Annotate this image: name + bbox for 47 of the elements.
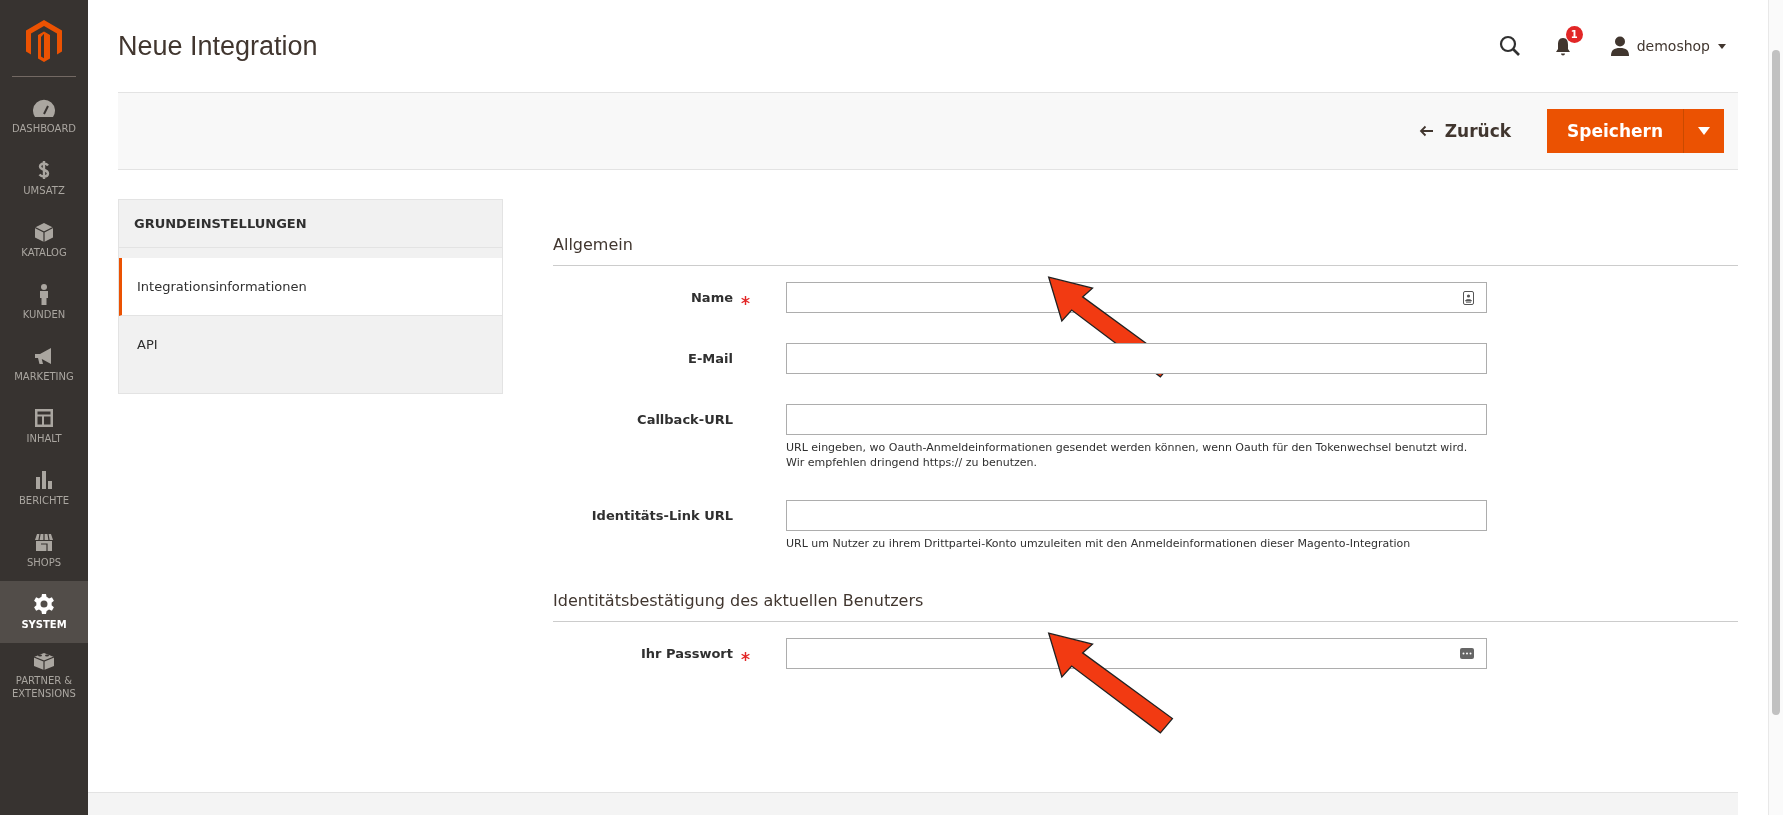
section-heading: Allgemein: [553, 235, 1738, 266]
left-arrow-icon: [1418, 125, 1433, 137]
field-label: Ihr Passwort: [640, 646, 733, 661]
back-button[interactable]: Zurück: [1412, 120, 1518, 142]
gear-icon: [32, 593, 56, 615]
nav-item[interactable]: MARKETING: [0, 333, 88, 395]
page-title: Neue Integration: [118, 30, 319, 62]
input-field[interactable]: [786, 638, 1487, 669]
nav-item[interactable]: PARTNER & EXTENSIONS: [0, 643, 88, 705]
input-field[interactable]: [786, 500, 1487, 531]
input-field[interactable]: [786, 343, 1487, 374]
caret-icon: [1698, 127, 1710, 135]
field-label: Callback-URL: [637, 412, 733, 427]
nav-item[interactable]: DASHBOARD: [0, 85, 88, 147]
field-label: Identitäts-Link URL: [591, 508, 733, 523]
nav-item[interactable]: SHOPS: [0, 519, 88, 581]
input-field[interactable]: [786, 282, 1487, 313]
help-text: URL eingeben, wo Oauth-Anmeldeinformationen gesendet werden können, wenn Oauth für den Tokenwechsel benutzt wird. Wir empfehlen dringend https:// zu benutzen.: [786, 440, 1469, 470]
nav-item[interactable]: KUNDEN: [0, 271, 88, 333]
dropdown-toggle[interactable]: [1684, 109, 1724, 153]
contact-card-icon: [1463, 290, 1474, 305]
field-label: E-Mail: [688, 351, 733, 366]
logo-icon[interactable]: [26, 20, 62, 62]
section-heading: Identitätsbestätigung des aktuellen Benutzers: [553, 591, 1738, 622]
tab[interactable]: Integrationsinformationen: [119, 258, 502, 316]
save-button[interactable]: Speichern: [1547, 109, 1684, 153]
notification-badge: 1: [1565, 26, 1583, 43]
bell-icon[interactable]: [1554, 37, 1571, 57]
user-icon: [1610, 36, 1629, 56]
scrollbar[interactable]: [1768, 0, 1783, 815]
nav-item[interactable]: UMSATZ: [0, 147, 88, 209]
caret-icon: [1718, 43, 1726, 49]
input-field[interactable]: [786, 404, 1487, 435]
box-icon: [32, 221, 56, 243]
storefront-icon: [32, 531, 56, 553]
nav-item[interactable]: BERICHTE: [0, 457, 88, 519]
search-icon[interactable]: [1498, 35, 1521, 57]
nav-item[interactable]: KATALOG: [0, 209, 88, 271]
nav-item[interactable]: INHALT: [0, 395, 88, 457]
help-text: URL um Nutzer zu ihrem Drittpartei-Konto umzuleiten mit den Anmeldeinformationen dieser Magento-Integration: [786, 536, 1412, 551]
gauge-icon: [32, 97, 56, 119]
nav-item[interactable]: SYSTEM: [0, 581, 88, 643]
user-menu[interactable]: demoshop: [1610, 36, 1726, 56]
layout-icon: [32, 407, 56, 429]
tabs-heading: GRUNDEINSTELLUNGEN: [119, 200, 502, 248]
field-label: Name: [691, 290, 733, 305]
key-dots-icon: [1460, 648, 1474, 659]
